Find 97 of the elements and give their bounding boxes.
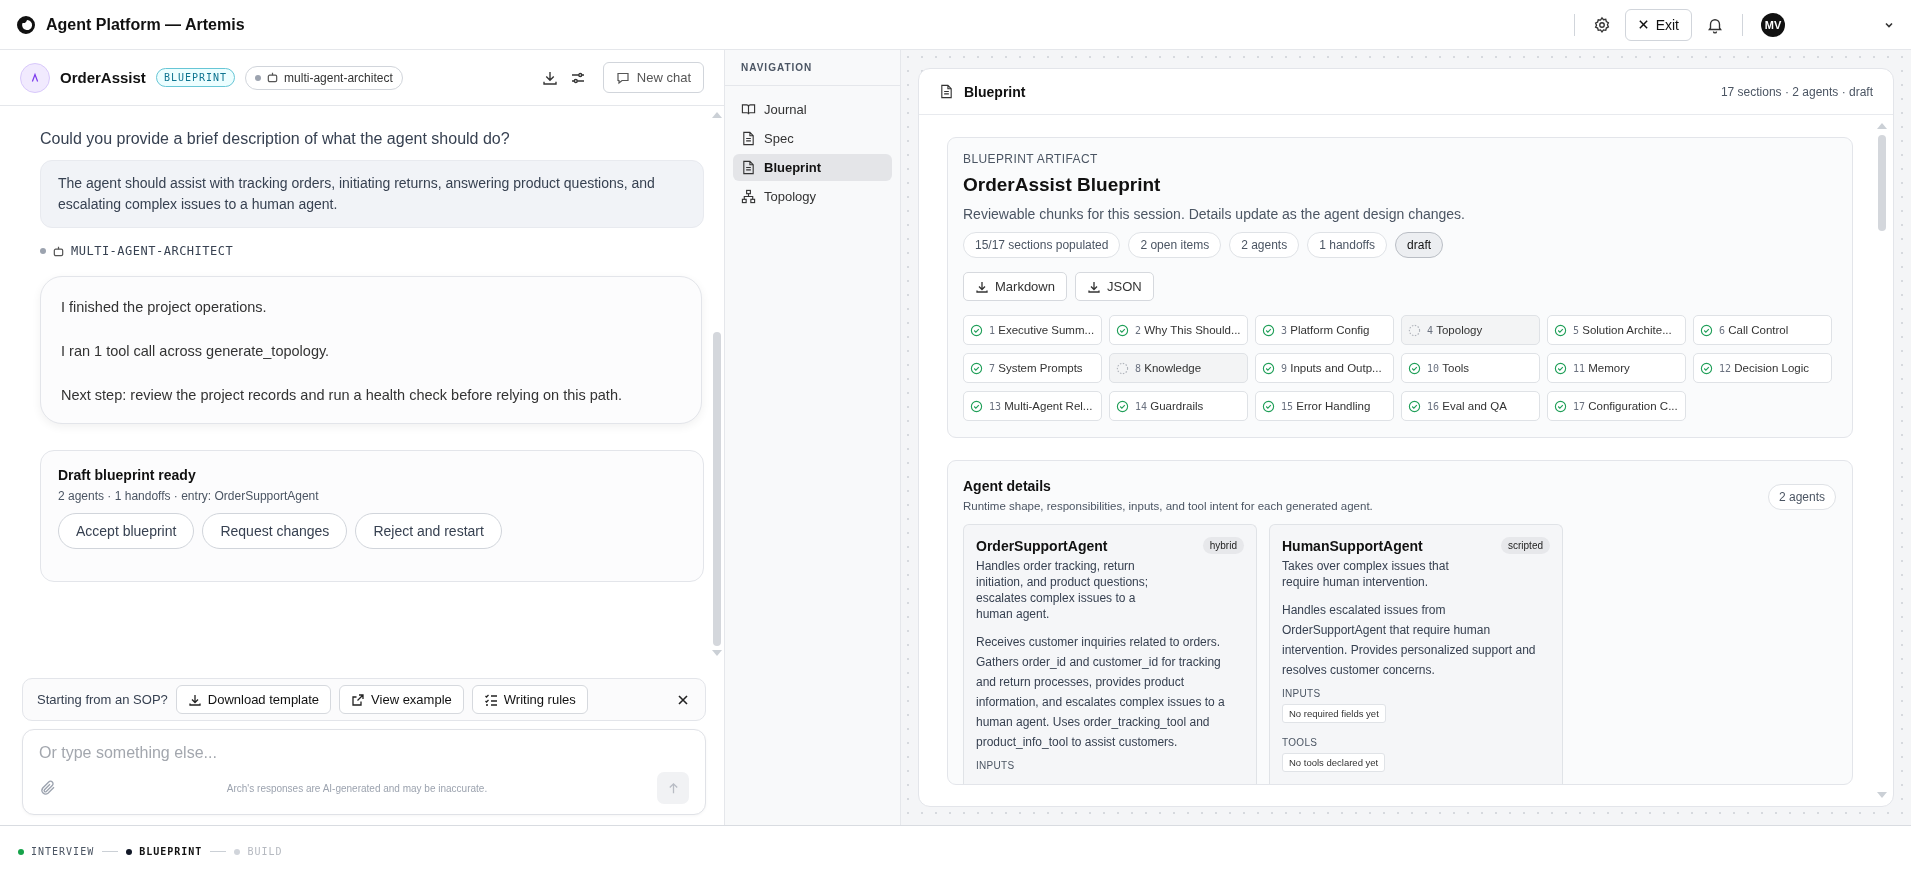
scrollbar-thumb[interactable] <box>713 332 721 646</box>
field-label: INPUTS <box>1282 688 1322 699</box>
section-button[interactable]: 4 Topology <box>1401 315 1540 345</box>
review-meta: 2 agents · 1 handoffs · entry: OrderSupportAgent <box>58 489 320 503</box>
step-label: BLUEPRINT <box>139 846 203 857</box>
agent-summary: Takes over complex issues that require human intervention. <box>1282 558 1450 590</box>
status-chip: 2 open items <box>1128 232 1222 258</box>
stage-badge: BLUEPRINT <box>155 68 236 87</box>
section-button[interactable]: 12 Decision Logic <box>1693 353 1832 383</box>
section-description: Runtime shape, responsibilities, inputs, and tool intent for each generated agent. <box>963 500 1373 512</box>
artifact-title: OrderAssist Blueprint <box>963 174 1162 196</box>
new-chat-button[interactable]: New chat <box>602 62 704 93</box>
agent-details-text: Receives customer inquiries related to orders. Gathers order_id and customer_id for tracking and return processes, provides product information, and escalates complex issues to a human agent. Uses order_tracking_tool and product_info_tool to assist customers. <box>976 634 1226 751</box>
review-title: Draft blueprint ready <box>58 467 197 483</box>
user-avatar[interactable]: MV <box>1761 12 1785 37</box>
checklist-icon <box>483 692 498 707</box>
section-button[interactable]: 16 Eval and QA <box>1401 391 1540 421</box>
sop-prompt: Starting from an SOP? <box>37 692 168 707</box>
message-paragraph: I ran 1 tool call across generate_topology. <box>61 342 331 361</box>
message-paragraph: I finished the project operations. <box>61 298 268 317</box>
status-chip: 15/17 sections populated <box>963 232 1121 258</box>
section-button[interactable]: 6 Call Control <box>1693 315 1832 345</box>
download-icon <box>975 279 989 294</box>
robot-icon <box>52 244 65 258</box>
nav-item[interactable]: Spec <box>733 125 892 152</box>
app-title: Agent Platform — Artemis <box>46 15 245 34</box>
field-label: TOOLS <box>1282 737 1319 748</box>
sender-label: MULTI-AGENT-ARCHITECT <box>71 244 234 258</box>
section-button[interactable]: 10 Tools <box>1401 353 1540 383</box>
agent-details-text: Handles escalated issues from OrderSupportAgent that require human intervention. Provides personalized support and resolves customer concerns. <box>1282 602 1537 679</box>
section-button[interactable]: 17 Configuration C... <box>1547 391 1686 421</box>
nav-item[interactable]: Journal <box>733 96 892 123</box>
section-button[interactable]: 1 Executive Summ... <box>963 315 1102 345</box>
section-button[interactable]: 15 Error Handling <box>1255 391 1394 421</box>
agent-mode-badge: hybrid <box>1202 537 1244 554</box>
status-dot <box>40 248 46 254</box>
scrollbar-thumb[interactable] <box>1878 135 1886 231</box>
section-button[interactable]: 14 Guardrails <box>1109 391 1248 421</box>
agent-summary: Handles order tracking, return initiation, and product questions; escalates complex issues to a human agent. <box>976 558 1150 622</box>
section-button[interactable]: 13 Multi-Agent Rel... <box>963 391 1102 421</box>
sop-action-button[interactable]: View example <box>339 685 464 714</box>
section-title: Agent details <box>963 478 1052 494</box>
section-button[interactable]: 8 Knowledge <box>1109 353 1248 383</box>
step-label: INTERVIEW <box>31 846 95 857</box>
export-button[interactable]: Markdown <box>963 272 1067 301</box>
nav-item[interactable]: Topology <box>733 183 892 210</box>
download-icon <box>187 692 202 707</box>
section-button[interactable]: 5 Solution Archite... <box>1547 315 1686 345</box>
close-icon <box>1637 19 1649 30</box>
logo-icon <box>16 14 36 35</box>
step-label: BUILD <box>247 846 283 857</box>
message-paragraph: Next step: review the project records and run a health check before relying on this path. <box>61 386 623 405</box>
hierarchy-icon <box>741 189 756 204</box>
chat-bubble-icon <box>615 70 630 85</box>
robot-icon <box>266 71 280 84</box>
status-chip: 2 agents <box>1229 232 1300 258</box>
section-button[interactable]: 9 Inputs and Outp... <box>1255 353 1394 383</box>
agent-count-chip: 2 agents <box>1767 484 1836 510</box>
agent-name: HumanSupportAgent <box>1282 537 1423 554</box>
close-icon[interactable] <box>677 693 689 706</box>
exit-button[interactable]: Exit <box>1624 8 1692 41</box>
document-icon <box>741 160 756 175</box>
book-icon <box>741 102 756 117</box>
document-icon <box>939 84 954 99</box>
export-button[interactable]: JSON <box>1074 272 1154 301</box>
field-value-tag: No required fields yet <box>1282 704 1386 723</box>
agent-name: OrderAssist <box>60 69 146 86</box>
paperclip-icon[interactable] <box>39 779 57 797</box>
external-link-icon <box>351 692 366 707</box>
artifact-eyebrow: BLUEPRINT ARTIFACT <box>963 152 1099 166</box>
sop-action-button[interactable]: Writing rules <box>471 685 588 714</box>
review-action-button[interactable]: Accept blueprint <box>58 513 195 549</box>
section-button[interactable]: 11 Memory <box>1547 353 1686 383</box>
nav-item[interactable]: Blueprint <box>733 154 892 181</box>
panel-summary: 17 sections · 2 agents · draft <box>1720 84 1873 99</box>
field-label: INPUTS <box>976 760 1016 771</box>
section-button[interactable]: 3 Platform Config <box>1255 315 1394 345</box>
status-chip: 1 handoffs <box>1307 232 1388 258</box>
panel-title: Blueprint <box>964 83 1026 100</box>
field-value-tag: No tools declared yet <box>1282 753 1386 772</box>
assistant-question: Could you provide a brief description of what the agent should do? <box>40 130 511 148</box>
agent-name: OrderSupportAgent <box>976 537 1108 554</box>
agent-mode-badge: scripted <box>1501 537 1550 554</box>
section-button[interactable]: 2 Why This Should... <box>1109 315 1248 345</box>
review-action-button[interactable]: Reject and restart <box>355 513 502 549</box>
document-icon <box>741 131 756 146</box>
sop-action-button[interactable]: Download template <box>175 685 332 714</box>
section-button[interactable]: 7 System Prompts <box>963 353 1102 383</box>
review-action-button[interactable]: Request changes <box>202 513 348 549</box>
download-icon <box>1086 279 1101 294</box>
status-chip: draft <box>1395 232 1444 258</box>
artifact-description: Reviewable chunks for this session. Details update as the agent design changes. <box>963 206 1466 222</box>
agent-avatar-icon <box>20 62 50 93</box>
navigation-heading: NAVIGATION <box>725 50 900 86</box>
ai-disclaimer: Arch's responses are AI-generated and may be inaccurate. <box>225 782 489 794</box>
user-message: The agent should assist with tracking orders, initiating returns, answering product questions, and escalating complex issues to a human agent. <box>40 160 704 228</box>
settings-icon[interactable] <box>1592 15 1611 34</box>
